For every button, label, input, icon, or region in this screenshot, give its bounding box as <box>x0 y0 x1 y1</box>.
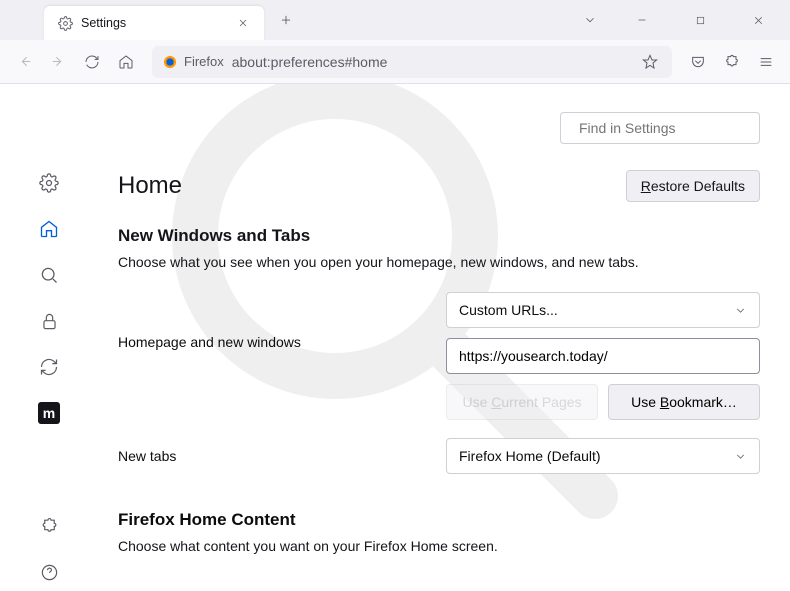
use-current-pages-button[interactable]: Use Current Pages <box>446 384 598 420</box>
identity-box[interactable]: Firefox <box>162 54 224 70</box>
chevron-down-icon <box>734 450 747 463</box>
search-icon <box>39 265 59 285</box>
minimize-icon <box>636 14 648 26</box>
settings-main: Home Restore Defaults New Windows and Ta… <box>98 84 790 591</box>
close-tab-button[interactable] <box>232 12 254 34</box>
list-tabs-button[interactable] <box>574 4 606 36</box>
newtabs-value: Firefox Home (Default) <box>459 448 601 464</box>
page-title: Home <box>118 172 182 200</box>
hamburger-icon <box>758 54 774 70</box>
sidebar-item-privacy[interactable] <box>30 302 68 340</box>
settings-sidebar: m <box>0 84 98 591</box>
m-badge-icon: m <box>38 402 60 424</box>
home-icon <box>118 54 134 70</box>
close-icon <box>237 17 249 29</box>
pocket-icon <box>690 54 706 70</box>
gear-icon <box>39 173 59 193</box>
sidebar-item-search[interactable] <box>30 256 68 294</box>
settings-search[interactable] <box>560 112 760 144</box>
section-home-content-title: Firefox Home Content <box>118 510 760 530</box>
homepage-label: Homepage and new windows <box>118 292 428 350</box>
chevron-down-icon <box>583 13 597 27</box>
nav-toolbar: Firefox about:preferences#home <box>0 40 790 84</box>
sidebar-item-help[interactable] <box>30 553 68 591</box>
newtabs-select[interactable]: Firefox Home (Default) <box>446 438 760 474</box>
sync-icon <box>39 357 59 377</box>
settings-search-input[interactable] <box>579 120 760 136</box>
lock-icon <box>40 312 59 331</box>
window-minimize-button[interactable] <box>620 0 664 40</box>
sidebar-item-extensions[interactable] <box>30 507 68 545</box>
app-menu-button[interactable] <box>750 46 782 78</box>
window-close-button[interactable] <box>736 0 780 40</box>
sidebar-item-more[interactable]: m <box>30 394 68 432</box>
restore-defaults-button[interactable]: Restore Defaults <box>626 170 760 202</box>
gear-icon <box>58 16 73 31</box>
extensions-button[interactable] <box>716 46 748 78</box>
section-home-content-desc: Choose what content you want on your Fir… <box>118 538 760 554</box>
pocket-button[interactable] <box>682 46 714 78</box>
section-new-windows-tabs-title: New Windows and Tabs <box>118 226 760 246</box>
homepage-url-input[interactable] <box>446 338 760 374</box>
home-icon <box>39 219 59 239</box>
tab-bar: Settings <box>0 0 790 40</box>
url-text: about:preferences#home <box>232 54 630 70</box>
forward-button[interactable] <box>42 46 74 78</box>
puzzle-icon <box>724 54 740 70</box>
home-button[interactable] <box>110 46 142 78</box>
help-icon <box>40 563 59 582</box>
forward-icon <box>50 53 67 70</box>
homepage-mode-value: Custom URLs... <box>459 302 558 318</box>
homepage-mode-select[interactable]: Custom URLs... <box>446 292 760 328</box>
browser-tab[interactable]: Settings <box>44 6 264 40</box>
sidebar-item-general[interactable] <box>30 164 68 202</box>
chevron-down-icon <box>734 304 747 317</box>
bookmark-star-button[interactable] <box>638 50 662 74</box>
new-tab-button[interactable] <box>270 0 302 40</box>
tab-title: Settings <box>81 16 224 30</box>
reload-icon <box>84 54 100 70</box>
reload-button[interactable] <box>76 46 108 78</box>
identity-label: Firefox <box>184 54 224 69</box>
use-bookmark-button[interactable]: Use Bookmark… <box>608 384 760 420</box>
newtabs-label: New tabs <box>118 448 428 464</box>
plus-icon <box>279 13 293 27</box>
close-icon <box>752 14 765 27</box>
back-button[interactable] <box>8 46 40 78</box>
window-maximize-button[interactable] <box>678 0 722 40</box>
maximize-icon <box>695 15 706 26</box>
star-icon <box>642 54 658 70</box>
sidebar-item-home[interactable] <box>30 210 68 248</box>
sidebar-item-sync[interactable] <box>30 348 68 386</box>
url-bar[interactable]: Firefox about:preferences#home <box>152 46 672 78</box>
puzzle-icon <box>40 517 59 536</box>
back-icon <box>16 53 33 70</box>
section-new-windows-tabs-desc: Choose what you see when you open your h… <box>118 254 760 270</box>
restore-label: estore Defaults <box>651 178 745 194</box>
firefox-logo-icon <box>162 54 178 70</box>
